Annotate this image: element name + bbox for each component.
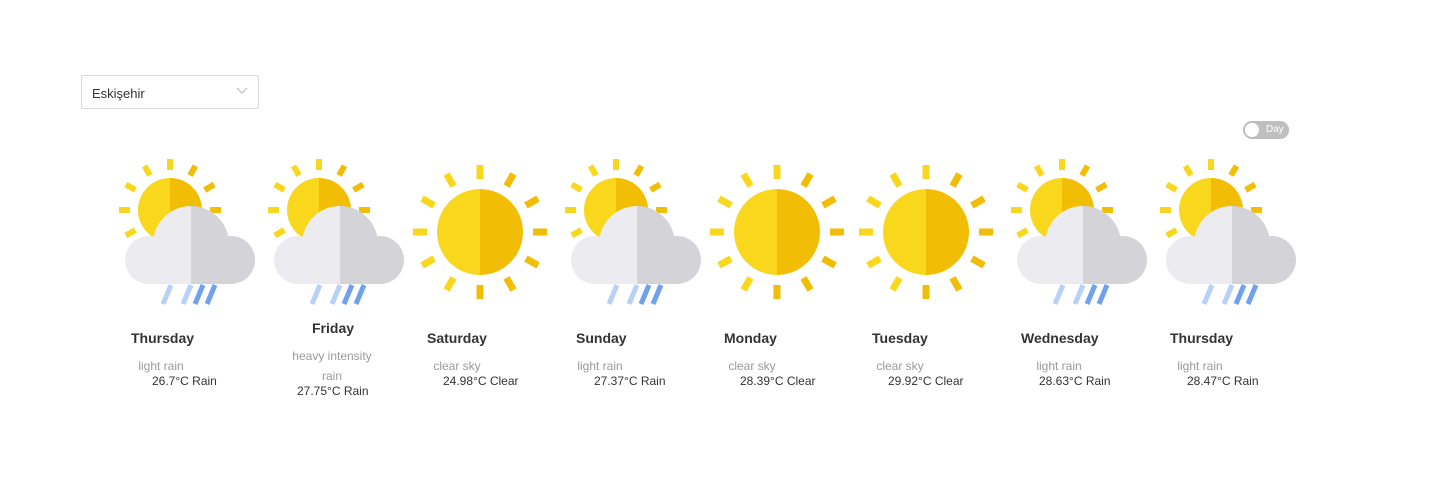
temperature-value: 28.47°C <box>1187 374 1231 388</box>
temperature-readout: 28.63°C Rain <box>1039 374 1111 388</box>
forecast-list: Thursday light rain 26.7°C Rain Friday h… <box>0 0 1429 491</box>
weather-main: Rain <box>640 374 666 388</box>
weather-main: Rain <box>343 384 369 398</box>
day-name: Thursday <box>1170 330 1234 346</box>
temperature-readout: 24.98°C Clear <box>443 374 519 388</box>
weather-main: Clear <box>934 374 964 388</box>
temperature-readout: 26.7°C Rain <box>152 374 217 388</box>
weather-description: light rain <box>138 359 184 373</box>
weather-description: clear sky <box>728 359 776 373</box>
weather-description: light rain <box>577 359 623 373</box>
weather-description: clear sky <box>433 359 481 373</box>
temperature-value: 27.37°C <box>594 374 638 388</box>
sun-icon <box>710 165 844 299</box>
day-name: Wednesday <box>1021 330 1099 346</box>
temperature-value: 27.75°C <box>297 384 341 398</box>
weather-description: light rain <box>1036 359 1082 373</box>
forecast-day-6[interactable]: Tuesday clear sky 29.92°C Clear <box>851 148 1001 408</box>
temperature-readout: 27.37°C Rain <box>594 374 666 388</box>
temperature-value: 29.92°C <box>888 374 932 388</box>
weather-description: light rain <box>1177 359 1223 373</box>
sun-icon <box>413 165 547 299</box>
temperature-value: 26.7°C <box>152 374 189 388</box>
temperature-readout: 27.75°C Rain <box>297 384 369 398</box>
rain-icon <box>119 159 255 305</box>
day-name: Thursday <box>131 330 195 346</box>
rain-icon <box>1011 159 1147 305</box>
forecast-day-8[interactable]: Thursday light rain 28.47°C Rain <box>1148 148 1298 408</box>
weather-main: Rain <box>192 374 217 388</box>
weather-main: Rain <box>1085 374 1111 388</box>
forecast-day-3[interactable]: Saturday clear sky 24.98°C Clear <box>405 148 555 408</box>
weather-main: Clear <box>489 374 519 388</box>
sun-icon <box>859 165 993 299</box>
temperature-value: 24.98°C <box>443 374 487 388</box>
temperature-readout: 28.39°C Clear <box>740 374 816 388</box>
forecast-day-4[interactable]: Sunday light rain 27.37°C Rain <box>553 148 703 408</box>
temperature-value: 28.63°C <box>1039 374 1083 388</box>
temperature-value: 28.39°C <box>740 374 784 388</box>
day-name: Sunday <box>576 330 627 346</box>
forecast-day-2[interactable]: Friday heavy intensity rain 27.75°C Rain <box>256 148 406 408</box>
weather-description: clear sky <box>876 359 924 373</box>
forecast-day-7[interactable]: Wednesday light rain 28.63°C Rain <box>999 148 1149 408</box>
temperature-readout: 28.47°C Rain <box>1187 374 1259 388</box>
rain-icon <box>565 159 701 305</box>
weather-main: Rain <box>1233 374 1259 388</box>
rain-icon <box>268 159 404 305</box>
weather-main: Clear <box>786 374 816 388</box>
day-name: Tuesday <box>872 330 928 346</box>
day-name: Friday <box>312 320 355 336</box>
day-name: Monday <box>724 330 777 346</box>
weather-description: heavy intensity rain <box>292 349 372 383</box>
temperature-readout: 29.92°C Clear <box>888 374 964 388</box>
day-name: Saturday <box>427 330 487 346</box>
forecast-day-5[interactable]: Monday clear sky 28.39°C Clear <box>702 148 852 408</box>
forecast-day-1[interactable]: Thursday light rain 26.7°C Rain <box>107 148 257 408</box>
rain-icon <box>1160 159 1296 305</box>
